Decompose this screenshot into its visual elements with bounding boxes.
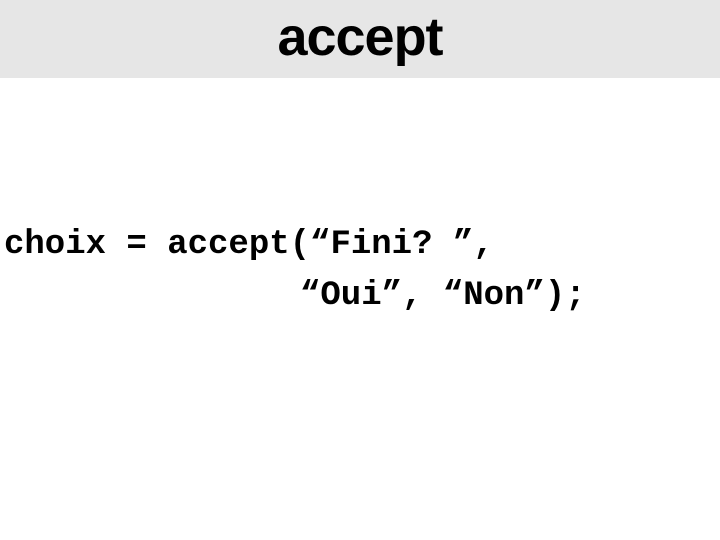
page-title: accept [0, 6, 720, 68]
code-line-2: “Oui”, “Non”); [0, 271, 720, 322]
title-bar: accept [0, 0, 720, 78]
code-block: choix = accept(“Fini? ”, “Oui”, “Non”); [0, 220, 720, 322]
code-line-1: choix = accept(“Fini? ”, [0, 220, 720, 271]
